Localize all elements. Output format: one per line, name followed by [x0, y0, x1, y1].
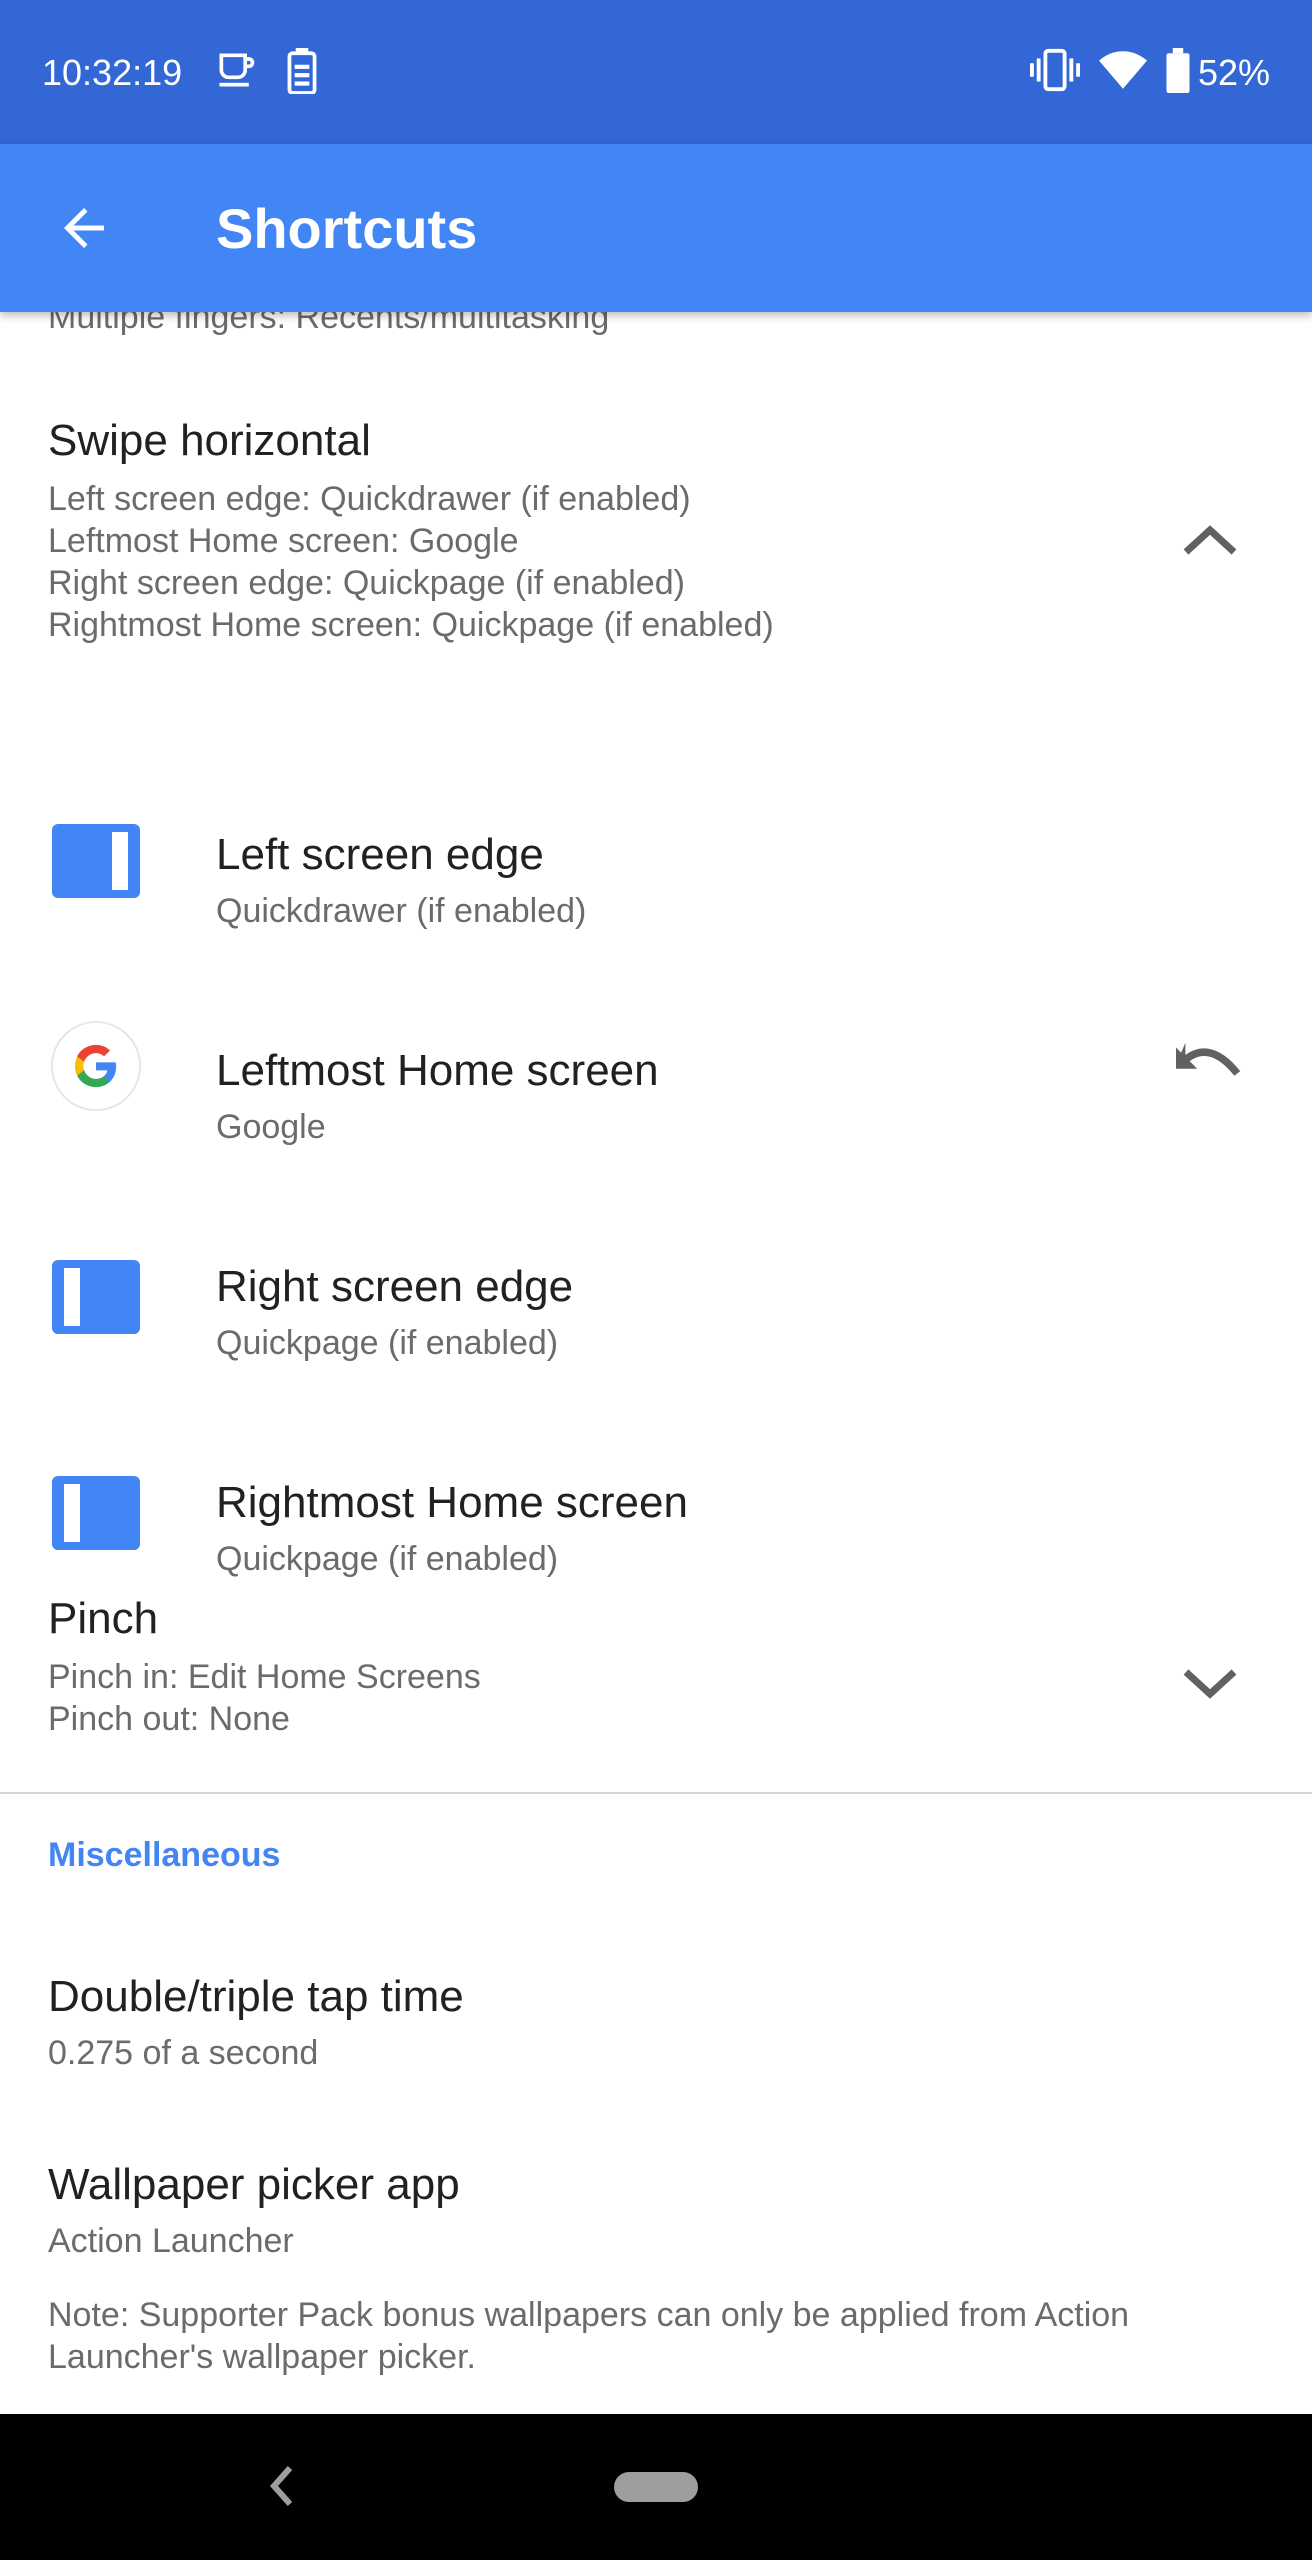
battery-percent: 52% — [1197, 52, 1270, 93]
battery-icon — [1166, 48, 1190, 93]
leftmost-home-screen-item[interactable]: Leftmost Home screen Google — [0, 958, 1312, 1168]
double-tap-time-setting[interactable]: Double/triple tap time 0.275 of a second — [0, 1952, 1312, 2102]
wallpaper-picker-subtitle: Action Launcher — [48, 2222, 294, 2260]
status-bar: 10:32:19 52% — [0, 0, 1312, 144]
pinch-title: Pinch — [48, 1594, 159, 1643]
leftmost-home-screen-title: Leftmost Home screen — [216, 1046, 659, 1095]
status-time: 10:32:19 — [42, 52, 183, 93]
left-screen-edge-subtitle: Quickdrawer (if enabled) — [216, 892, 587, 930]
right-screen-edge-title: Right screen edge — [216, 1262, 574, 1311]
wallpaper-note-line: Note: Supporter Pack bonus wallpapers ca… — [48, 2296, 1130, 2334]
leftmost-home-screen-subtitle: Google — [216, 1108, 326, 1146]
page-title: Shortcuts — [216, 197, 478, 260]
settings-list[interactable]: Multiple fingers: Recents/multitasking S… — [0, 312, 1312, 2412]
back-nav-icon[interactable] — [268, 2464, 296, 2508]
double-tap-time-subtitle: 0.275 of a second — [48, 2034, 319, 2072]
swipe-horizontal-line: Rightmost Home screen: Quickpage (if ena… — [48, 606, 774, 644]
google-icon — [50, 1020, 142, 1112]
left-screen-edge-title: Left screen edge — [216, 830, 544, 879]
battery-saver-icon — [287, 48, 317, 94]
right-screen-edge-subtitle: Quickpage (if enabled) — [216, 1324, 559, 1362]
pinch-line: Pinch out: None — [48, 1700, 290, 1738]
panel-right-icon — [52, 824, 140, 898]
left-screen-edge-item[interactable]: Left screen edge Quickdrawer (if enabled… — [0, 742, 1312, 952]
double-tap-time-title: Double/triple tap time — [48, 1972, 464, 2021]
wallpaper-picker-title: Wallpaper picker app — [48, 2160, 460, 2209]
app-bar: Shortcuts — [0, 144, 1312, 312]
undo-icon[interactable] — [1176, 1040, 1242, 1088]
wallpaper-picker-setting[interactable]: Wallpaper picker app Action Launcher Not… — [0, 2140, 1312, 2400]
swipe-horizontal-line: Right screen edge: Quickpage (if enabled… — [48, 564, 685, 602]
arrow-back-icon[interactable] — [54, 198, 114, 258]
pinch-setting[interactable]: Pinch Pinch in: Edit Home Screens Pinch … — [0, 1574, 1312, 1786]
swipe-horizontal-line: Leftmost Home screen: Google — [48, 522, 519, 560]
vibrate-icon — [1030, 48, 1080, 92]
gesture-partial-line: Multiple fingers: Recents/multitasking — [48, 312, 610, 336]
rightmost-home-screen-item[interactable]: Rightmost Home screen Quickpage (if enab… — [0, 1390, 1312, 1600]
home-pill-button[interactable] — [614, 2472, 698, 2502]
wifi-icon — [1099, 51, 1147, 89]
chevron-up-icon[interactable] — [1180, 520, 1240, 560]
pinch-line: Pinch in: Edit Home Screens — [48, 1658, 481, 1696]
swipe-horizontal-line: Left screen edge: Quickdrawer (if enable… — [48, 480, 691, 518]
section-header-miscellaneous: Miscellaneous — [48, 1836, 281, 1874]
navigation-bar — [0, 2414, 1312, 2560]
wallpaper-note-line: Launcher's wallpaper picker. — [48, 2338, 476, 2376]
chevron-down-icon[interactable] — [1180, 1664, 1240, 1704]
rightmost-home-screen-title: Rightmost Home screen — [216, 1478, 688, 1527]
panel-left-icon — [52, 1260, 140, 1334]
coffee-icon — [219, 53, 255, 87]
panel-left-icon — [52, 1476, 140, 1550]
swipe-horizontal-title: Swipe horizontal — [48, 416, 371, 465]
section-divider — [0, 1792, 1312, 1794]
right-screen-edge-item[interactable]: Right screen edge Quickpage (if enabled) — [0, 1174, 1312, 1384]
